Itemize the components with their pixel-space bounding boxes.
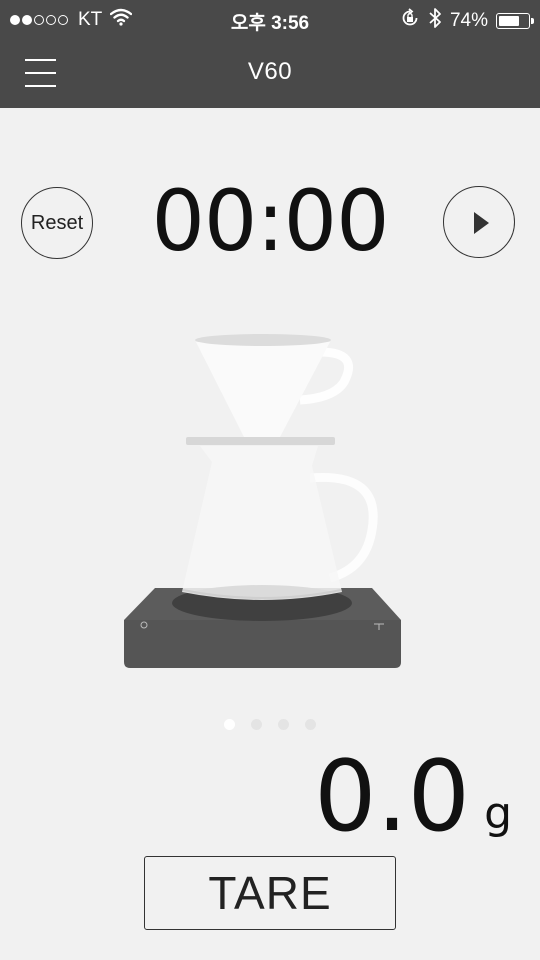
page-dot[interactable] xyxy=(224,719,235,730)
status-bar: KT 오후 3:56 74% xyxy=(0,0,540,38)
battery-fill xyxy=(499,16,519,26)
nav-bar: V60 xyxy=(0,38,540,108)
page-dot[interactable] xyxy=(278,719,289,730)
battery-icon xyxy=(496,13,534,29)
dripper-base-illustration xyxy=(186,437,335,445)
page-indicator xyxy=(224,719,332,730)
orientation-lock-icon xyxy=(400,8,420,34)
page-dot[interactable] xyxy=(251,719,262,730)
weight-readout: 0.0 g xyxy=(300,742,520,852)
dripper-illustration xyxy=(195,334,353,437)
play-icon xyxy=(474,212,489,234)
status-right: 74% xyxy=(392,7,534,35)
battery-percent: 74% xyxy=(449,10,488,31)
page-dot[interactable] xyxy=(305,719,316,730)
play-button[interactable] xyxy=(443,186,515,258)
bluetooth-icon xyxy=(428,7,442,35)
coffee-setup-illustration xyxy=(124,334,401,668)
tare-button[interactable]: TARE xyxy=(144,856,396,930)
weight-unit: g xyxy=(484,788,512,839)
carafe-illustration xyxy=(182,446,378,600)
weight-value: 0.0 xyxy=(314,740,470,854)
page-title: V60 xyxy=(247,58,293,85)
